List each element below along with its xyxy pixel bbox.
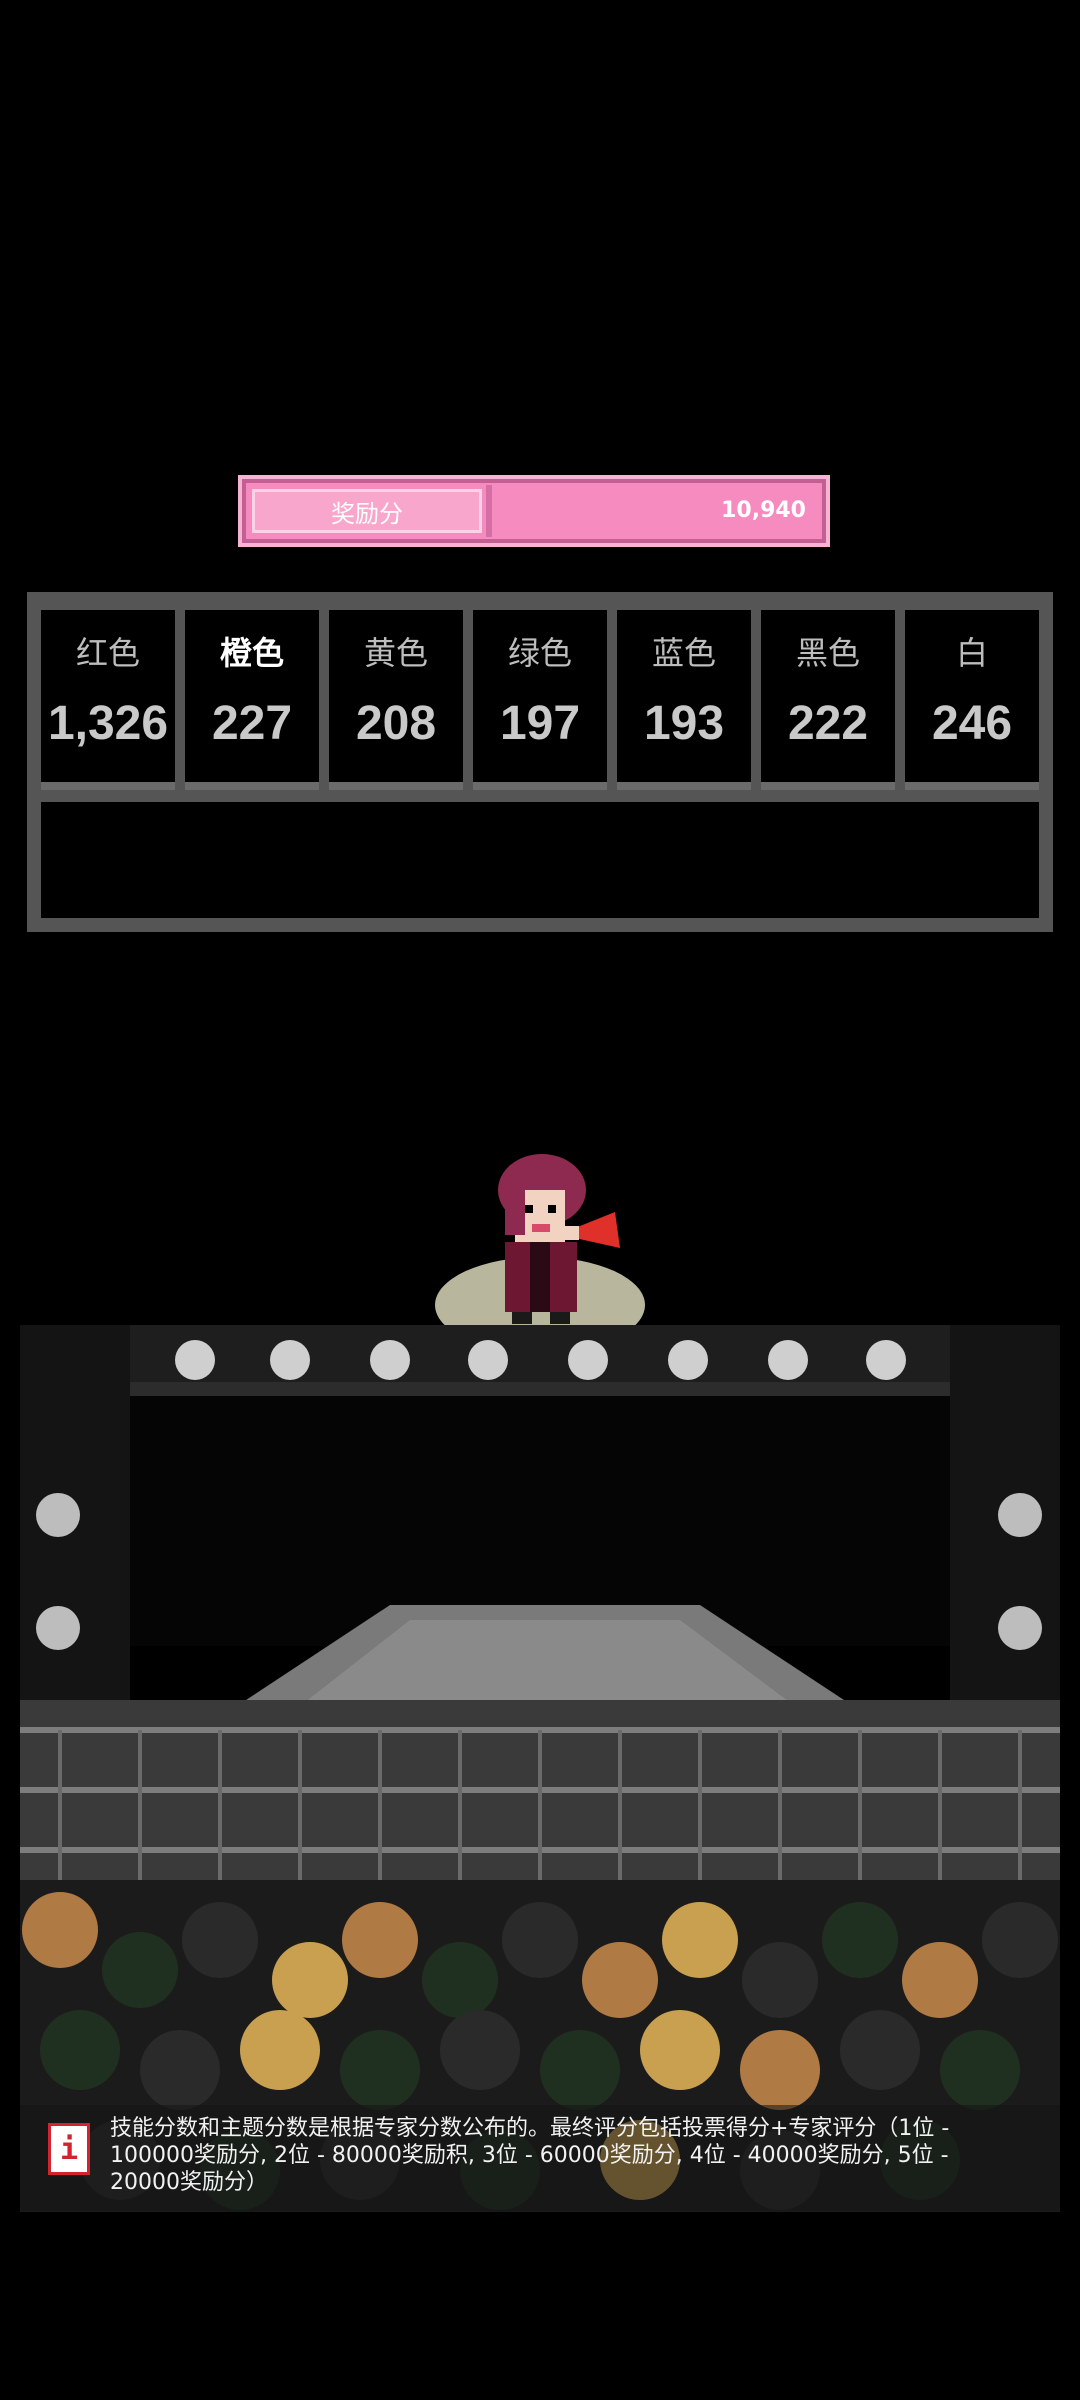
reward-bar: 奖励分 10,940	[238, 475, 830, 547]
score-cell-yellow: 黄色 208	[329, 610, 463, 790]
color-name: 白	[955, 634, 988, 672]
score-cell-green: 绿色 197	[473, 610, 607, 790]
info-message-bar: i 技能分数和主题分数是根据专家分数公布的。最终评分包括投票得分+专家评分（1位…	[20, 2105, 1060, 2211]
vote-count: 222	[787, 697, 869, 750]
color-name: 绿色	[507, 634, 572, 672]
vote-count: 208	[355, 697, 437, 750]
reward-value: 10,940	[721, 498, 806, 523]
vote-count: 197	[499, 697, 581, 750]
score-empty-area	[41, 802, 1039, 918]
score-cell-orange: 橙色 227	[185, 610, 319, 790]
vote-count: 1,326	[47, 697, 169, 750]
score-cell-white: 白 246	[905, 610, 1039, 790]
score-cell-black: 黑色 222	[761, 610, 895, 790]
vote-count: 227	[211, 697, 293, 750]
color-name: 橙色	[219, 634, 284, 672]
score-cell-red: 红色 1,326	[41, 610, 175, 790]
vote-count: 246	[931, 697, 1013, 750]
color-name: 黑色	[795, 634, 860, 672]
color-name: 黄色	[363, 634, 428, 672]
concert-stage-scene	[20, 1150, 1060, 2212]
color-vote-panel: 红色 1,326 橙色 227 黄色 208 绿色 197 蓝色 193 黑色 …	[27, 592, 1053, 932]
color-name: 蓝色	[651, 634, 716, 672]
reward-divider	[486, 485, 492, 537]
vote-count: 193	[643, 697, 725, 750]
score-cell-blue: 蓝色 193	[617, 610, 751, 790]
color-name: 红色	[75, 634, 140, 672]
info-icon[interactable]: i	[48, 2123, 90, 2175]
color-vote-row: 红色 1,326 橙色 227 黄色 208 绿色 197 蓝色 193 黑色 …	[41, 610, 1039, 790]
info-text: 技能分数和主题分数是根据专家分数公布的。最终评分包括投票得分+专家评分（1位 -…	[110, 2116, 950, 2195]
reward-label: 奖励分	[252, 489, 482, 533]
stage-illustration	[20, 1154, 1060, 2212]
